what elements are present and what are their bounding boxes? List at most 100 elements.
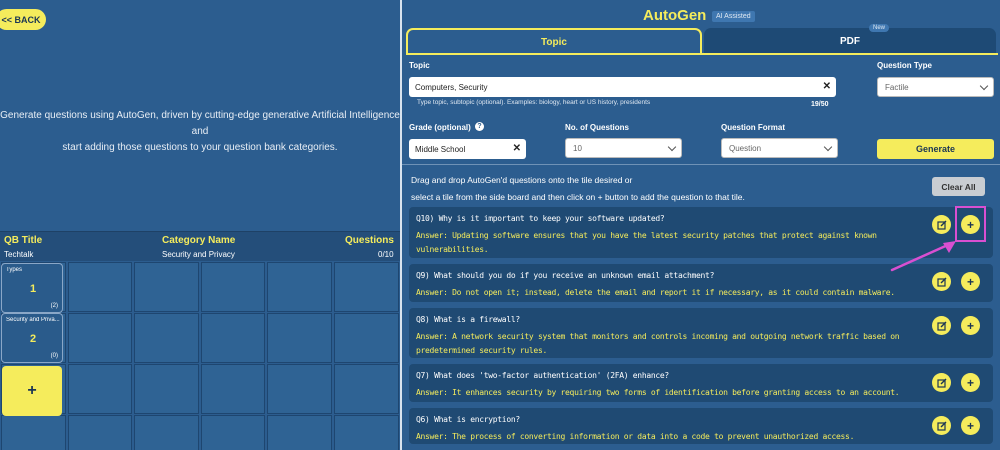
edit-question-button[interactable] bbox=[932, 373, 951, 392]
edit-question-button[interactable] bbox=[932, 416, 951, 435]
category-name-header: Category Name bbox=[162, 235, 236, 246]
board-cell[interactable] bbox=[67, 415, 133, 450]
left-pane: << BACK Generate questions using AutoGen… bbox=[0, 0, 400, 450]
topic-label: Topic bbox=[409, 61, 430, 70]
topic-char-counter: 19/50 bbox=[811, 101, 829, 108]
question-format-value: Question bbox=[729, 143, 762, 153]
board-cell[interactable] bbox=[267, 415, 332, 450]
question-text: Q10) Why is it important to keep your so… bbox=[416, 214, 665, 223]
chevron-down-icon bbox=[823, 142, 833, 152]
board-cell[interactable] bbox=[200, 415, 266, 450]
add-question-button[interactable]: + bbox=[961, 272, 980, 291]
edit-question-button[interactable] bbox=[932, 272, 951, 291]
tab-underline bbox=[406, 53, 998, 55]
board-cell[interactable] bbox=[334, 415, 399, 450]
board-cell[interactable] bbox=[200, 313, 266, 363]
highlight-box bbox=[955, 206, 986, 242]
edit-question-button[interactable] bbox=[932, 215, 951, 234]
edit-icon bbox=[936, 321, 946, 331]
num-questions-label: No. of Questions bbox=[565, 123, 629, 132]
tile-name: Security and Priva... bbox=[6, 317, 60, 323]
topic-hint: Type topic, subtopic (optional). Example… bbox=[417, 99, 651, 106]
tab-pdf[interactable]: PDF bbox=[704, 28, 996, 54]
question-card[interactable]: Q6) What is encryption? Answer: The proc… bbox=[409, 408, 993, 444]
edit-question-button[interactable] bbox=[932, 316, 951, 335]
clear-grade-icon[interactable]: ✕ bbox=[513, 143, 521, 154]
help-icon[interactable]: ? bbox=[475, 122, 484, 131]
tile-count: (2) bbox=[50, 303, 58, 309]
add-question-button[interactable]: + bbox=[961, 373, 980, 392]
topic-input[interactable]: Computers, Security ✕ bbox=[409, 77, 836, 97]
grade-input-value: Middle School bbox=[415, 144, 466, 154]
generate-button[interactable]: Generate bbox=[877, 139, 994, 159]
question-format-select[interactable]: Question bbox=[721, 138, 838, 158]
tile-count: (0) bbox=[50, 353, 58, 359]
drag-hint-line-1: Drag and drop AutoGen'd questions onto t… bbox=[411, 175, 633, 185]
annotation-arrow-icon bbox=[890, 241, 956, 272]
question-type-label: Question Type bbox=[877, 61, 932, 70]
grade-input[interactable]: Middle School ✕ bbox=[409, 139, 526, 159]
chevron-down-icon bbox=[979, 81, 989, 91]
board-cell[interactable] bbox=[267, 262, 332, 312]
intro-line-2: start adding those questions to your que… bbox=[62, 142, 338, 153]
num-questions-select[interactable]: 10 bbox=[565, 138, 682, 158]
board-cell[interactable] bbox=[134, 415, 199, 450]
answer-text: Answer: Do not open it; instead, delete … bbox=[416, 288, 895, 297]
edit-icon bbox=[936, 421, 946, 431]
board-cell[interactable] bbox=[67, 364, 133, 414]
ai-assisted-badge: AI Assisted bbox=[712, 11, 755, 22]
question-text: Q8) What is a firewall? bbox=[416, 315, 520, 324]
qb-table-header: QB Title Category Name Questions Techtal… bbox=[0, 231, 400, 261]
new-badge: New bbox=[869, 24, 890, 32]
question-format-label: Question Format bbox=[721, 123, 786, 132]
question-card[interactable]: Q8) What is a firewall? Answer: A networ… bbox=[409, 308, 993, 358]
question-card[interactable]: Q7) What does 'two-factor authentication… bbox=[409, 364, 993, 402]
clear-topic-icon[interactable]: ✕ bbox=[823, 81, 831, 92]
board-cell[interactable] bbox=[267, 364, 332, 414]
category-tile-security[interactable]: Security and Priva... 2 (0) bbox=[1, 313, 63, 363]
answer-text: Answer: Updating software ensures that y… bbox=[416, 231, 877, 254]
category-tile-types[interactable]: Types 1 (2) bbox=[1, 263, 63, 313]
add-category-tile-button[interactable]: + bbox=[2, 366, 62, 416]
clear-all-button[interactable]: Clear All bbox=[932, 177, 985, 196]
board-cell[interactable] bbox=[134, 313, 199, 363]
answer-text: Answer: The process of converting inform… bbox=[416, 432, 855, 441]
edit-icon bbox=[936, 220, 946, 230]
board-cell[interactable] bbox=[200, 364, 266, 414]
question-text: Q7) What does 'two-factor authentication… bbox=[416, 371, 669, 380]
category-name-value: Security and Privacy bbox=[162, 250, 235, 259]
answer-text: Answer: A network security system that m… bbox=[416, 332, 900, 355]
question-text: Q9) What should you do if you receive an… bbox=[416, 271, 715, 280]
board-cell[interactable] bbox=[134, 262, 199, 312]
intro-line-1: Generate questions using AutoGen, driven… bbox=[0, 110, 400, 137]
tile-number: 1 bbox=[29, 283, 37, 295]
autogen-panel: AutoGen AI Assisted Topic PDF New Topic … bbox=[400, 0, 1000, 450]
questions-value: 0/10 bbox=[378, 250, 394, 259]
board-cell[interactable] bbox=[67, 262, 133, 312]
board-cell[interactable] bbox=[67, 313, 133, 363]
add-question-button[interactable]: + bbox=[961, 416, 980, 435]
board-cell[interactable] bbox=[334, 262, 399, 312]
add-question-button[interactable]: + bbox=[961, 316, 980, 335]
edit-icon bbox=[936, 378, 946, 388]
qb-title-header: QB Title bbox=[4, 235, 43, 246]
tab-topic[interactable]: Topic bbox=[406, 28, 702, 54]
num-questions-value: 10 bbox=[573, 143, 582, 153]
board-cell[interactable] bbox=[1, 415, 66, 450]
question-type-select[interactable]: Factile bbox=[877, 77, 994, 97]
drag-hint-line-2: select a tile from the side board and th… bbox=[411, 192, 745, 202]
board-cell[interactable] bbox=[334, 313, 399, 363]
tile-name: Types bbox=[6, 267, 23, 273]
board-cell[interactable] bbox=[267, 313, 332, 363]
board-cell[interactable] bbox=[334, 364, 399, 414]
app-title: AutoGen bbox=[643, 7, 707, 24]
grade-label: Grade (optional) bbox=[409, 123, 471, 132]
edit-icon bbox=[936, 277, 946, 287]
divider bbox=[402, 164, 1000, 165]
question-type-value: Factile bbox=[885, 82, 909, 92]
back-button[interactable]: << BACK bbox=[0, 9, 46, 30]
board-cell[interactable] bbox=[134, 364, 199, 414]
board-cell[interactable] bbox=[200, 262, 266, 312]
answer-text: Answer: It enhances security by requirin… bbox=[416, 388, 900, 397]
chevron-down-icon bbox=[667, 142, 677, 152]
